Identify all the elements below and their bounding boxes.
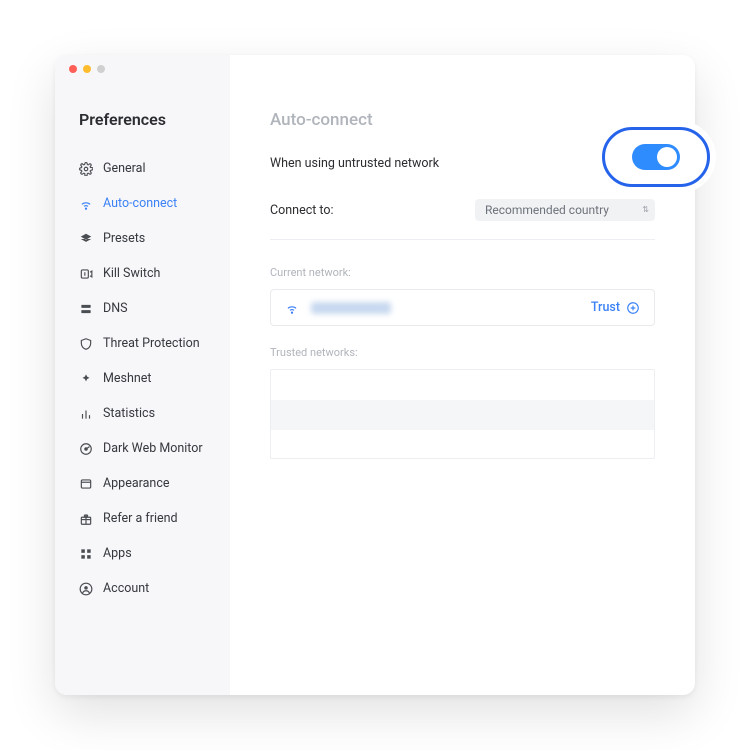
power-icon [79,267,93,281]
layers-icon [79,232,93,246]
window-controls [69,65,105,73]
sidebar-item-label: Appearance [103,476,170,491]
untrusted-network-row: When using untrusted network [270,156,655,171]
sidebar-item-threat-protection[interactable]: Threat Protection [79,326,230,361]
current-network-row: Trust [270,289,655,326]
shield-icon [79,337,93,351]
trust-button[interactable]: Trust [591,300,640,315]
wifi-icon [79,197,93,211]
chevron-updown-icon: ⇅ [642,206,649,214]
current-network-label: Current network: [270,266,655,279]
sidebar-item-meshnet[interactable]: Meshnet [79,361,230,396]
sidebar-item-label: Dark Web Monitor [103,441,203,456]
auto-connect-toggle[interactable] [632,144,680,170]
account-icon [79,582,93,596]
sidebar-item-label: Apps [103,546,132,561]
sidebar-item-label: Kill Switch [103,266,160,281]
server-icon [79,302,93,316]
sidebar-nav: General Auto-connect Presets Kill Switch [79,151,230,606]
page-title: Preferences [79,110,230,129]
connect-to-select[interactable]: Recommended country ⇅ [475,199,655,221]
sidebar-item-account[interactable]: Account [79,571,230,606]
toggle-knob [657,147,677,167]
sidebar-item-label: Meshnet [103,371,152,386]
sidebar-item-dark-web-monitor[interactable]: Dark Web Monitor [79,431,230,466]
sidebar-item-statistics[interactable]: Statistics [79,396,230,431]
divider [270,239,655,240]
gift-icon [79,512,93,526]
sidebar-item-kill-switch[interactable]: Kill Switch [79,256,230,291]
minimize-window-button[interactable] [83,65,91,73]
sidebar-item-label: Auto-connect [103,196,177,211]
sidebar-item-label: Threat Protection [103,336,200,351]
trust-button-label: Trust [591,300,620,315]
connect-to-label: Connect to: [270,203,334,218]
mesh-icon [79,372,93,386]
sidebar-item-label: Refer a friend [103,511,178,526]
sidebar-item-appearance[interactable]: Appearance [79,466,230,501]
sidebar-item-presets[interactable]: Presets [79,221,230,256]
list-item[interactable] [271,400,654,430]
sidebar-item-label: Presets [103,231,145,246]
sidebar-item-label: Statistics [103,406,155,421]
wifi-icon [285,301,299,315]
sidebar-item-general[interactable]: General [79,151,230,186]
plus-circle-icon [626,301,640,315]
connect-to-value: Recommended country [485,203,609,217]
radar-icon [79,442,93,456]
main-panel: Auto-connect When using untrusted networ… [230,55,695,695]
untrusted-network-label: When using untrusted network [270,156,439,171]
bars-icon [79,407,93,421]
zoom-window-button[interactable] [97,65,105,73]
list-item[interactable] [271,370,654,400]
close-window-button[interactable] [69,65,77,73]
highlight-bubble [602,127,710,187]
sidebar-item-label: General [103,161,146,176]
grid-icon [79,547,93,561]
sidebar-item-auto-connect[interactable]: Auto-connect [79,186,230,221]
current-network-name [311,302,391,314]
sidebar-item-label: DNS [103,301,128,316]
sidebar: Preferences General Auto-connect Presets [55,55,230,695]
sidebar-item-apps[interactable]: Apps [79,536,230,571]
window-icon [79,477,93,491]
sidebar-item-label: Account [103,581,149,596]
trusted-networks-label: Trusted networks: [270,346,655,359]
trusted-networks-list [270,369,655,459]
sidebar-item-dns[interactable]: DNS [79,291,230,326]
sidebar-item-refer-a-friend[interactable]: Refer a friend [79,501,230,536]
preferences-window: Preferences General Auto-connect Presets [55,55,695,695]
connect-to-row: Connect to: Recommended country ⇅ [270,199,655,221]
gear-icon [79,162,93,176]
panel-heading: Auto-connect [270,110,655,130]
list-item[interactable] [271,430,654,459]
